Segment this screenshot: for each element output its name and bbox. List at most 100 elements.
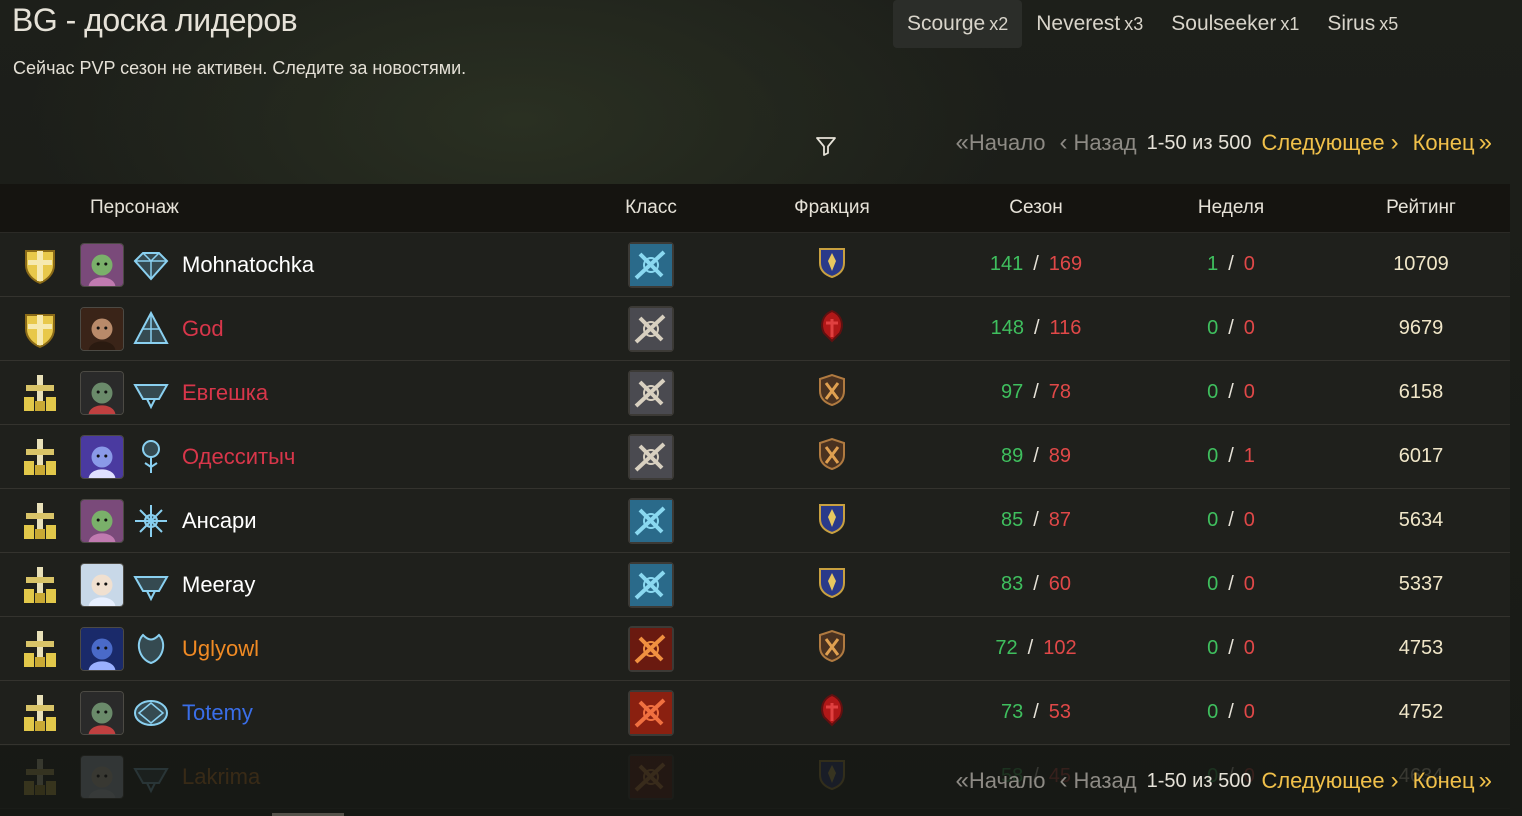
rating-value: 5634 [1398,509,1444,531]
rating-value: 10709 [1393,253,1449,275]
table-row[interactable]: God 148/116 0/0 9679 [0,297,1510,361]
column-faction: Фракция [794,197,870,218]
week-score: 0/0 [1207,573,1255,595]
skull-class-icon [628,433,674,480]
next-page-link[interactable]: Следующее › [1261,768,1398,794]
rating-value: 9679 [1398,317,1444,339]
rating-value: 4753 [1398,637,1444,659]
page-title: BG - доска лидеров [12,2,298,38]
table-row[interactable]: Mohnatochka 141/169 1/0 10709 [0,233,1510,297]
table-row[interactable]: Ансари 85/87 0/0 5634 [0,489,1510,553]
first-page-link[interactable]: « Начало [956,130,1046,156]
character-name[interactable]: Евгешка [182,380,268,406]
prev-page-label: Назад [1073,768,1137,793]
prev-page-label: Назад [1073,130,1137,155]
character-name[interactable]: Mohnatochka [182,252,314,278]
next-page-link[interactable]: Следующее › [1261,130,1398,156]
filter-icon[interactable] [812,132,840,160]
table-row[interactable]: Uglyowl 72/102 0/0 4753 [0,617,1510,681]
character-name[interactable]: Meeray [182,572,255,598]
page-range: 1-50 из 500 [1146,131,1252,154]
table-row[interactable]: Евгешка 97/78 0/0 6158 [0,361,1510,425]
table-row[interactable]: Одесситыч 89/89 0/1 6017 [0,425,1510,489]
column-class: Класс [625,197,677,218]
rank-shield-icon [0,307,80,351]
character-cell: Одесситыч [80,434,580,479]
frost-class-icon [628,561,674,608]
realm-tab-soulseeker[interactable]: Soulseeker x1 [1157,0,1313,48]
realm-tab-neverest[interactable]: Neverest x3 [1022,0,1157,48]
season-score: 148/116 [990,317,1082,339]
character-name[interactable]: God [182,316,224,342]
rank-sword-icon [0,499,80,543]
week-wins: 1 [1207,253,1219,275]
column-character: Персонаж [90,197,179,218]
chevron-right-icon: › [1390,767,1399,794]
avatar [80,306,124,351]
season-losses: 169 [1048,253,1083,275]
realm-multiplier: x5 [1379,13,1399,34]
avatar [80,434,124,479]
character-name[interactable]: Totemy [182,700,253,726]
week-score: 0/0 [1207,509,1255,531]
week-losses: 0 [1243,253,1255,275]
avatar [80,498,124,543]
chevron-left-icon: ‹ [1059,129,1068,156]
character-name[interactable]: Uglyowl [182,636,259,662]
last-page-link[interactable]: Конец » [1413,130,1492,156]
last-page-link[interactable]: Конец » [1413,768,1492,794]
renegade-faction-icon [816,629,848,668]
avatar [80,242,124,287]
prev-page-link[interactable]: ‹ Назад [1060,130,1137,156]
rating-value: 6017 [1398,445,1444,467]
character-name[interactable]: Одесситыч [182,444,295,470]
season-wins: 97 [1000,381,1024,403]
double-chevron-left-icon: « [955,767,969,794]
season-wins: 72 [995,637,1018,659]
next-page-label: Следующее [1261,130,1385,155]
horde-faction-icon [816,309,848,348]
chevron-left-icon: ‹ [1059,767,1068,794]
week-losses: 0 [1243,317,1255,339]
season-wins: 73 [1000,701,1024,723]
season-losses: 87 [1048,509,1072,531]
realm-tab-sirus[interactable]: Sirus x5 [1313,0,1412,48]
character-cell: Uglyowl [80,626,580,671]
season-score: 89/89 [1000,445,1072,467]
week-wins: 0 [1207,381,1219,403]
horde-faction-icon [816,693,848,732]
tree-spec-icon [130,436,172,478]
week-wins: 0 [1207,317,1219,339]
week-wins: 0 [1207,509,1219,531]
renegade-faction-icon [816,437,848,476]
skull-class-icon [628,369,674,416]
week-score: 0/0 [1207,317,1255,339]
season-wins: 89 [1000,445,1024,467]
week-score: 1/0 [1207,253,1255,275]
season-losses: 102 [1043,637,1077,659]
double-chevron-left-icon: « [955,129,969,156]
avatar [80,562,124,607]
character-cell: Евгешка [80,370,580,415]
realm-multiplier: x1 [1280,13,1300,34]
character-cell: Meeray [80,562,580,607]
character-name[interactable]: Ансари [182,508,257,534]
alliance-faction-icon [816,245,848,284]
page-range: 1-50 из 500 [1146,769,1252,792]
first-page-link[interactable]: « Начало [956,768,1046,794]
week-wins: 0 [1207,701,1219,723]
column-rating: Рейтинг [1386,197,1456,218]
pagination-top: « Начало ‹ Назад 1-50 из 500 Следующее ›… [956,130,1492,156]
double-chevron-right-icon: » [1478,767,1492,794]
column-week: Неделя [1197,197,1265,218]
alliance-faction-icon [816,501,848,540]
table-row[interactable]: Totemy 73/53 0/0 4752 [0,681,1510,745]
skull-class-icon [628,305,674,352]
table-row[interactable]: Meeray 83/60 0/0 5337 [0,553,1510,617]
realm-tab-scourge[interactable]: Scourge x2 [893,0,1023,48]
first-page-label: Начало [968,768,1046,793]
prev-page-link[interactable]: ‹ Назад [1060,768,1137,794]
season-losses: 60 [1048,573,1072,595]
bowl-spec-icon [130,564,172,606]
week-losses: 0 [1243,381,1255,403]
